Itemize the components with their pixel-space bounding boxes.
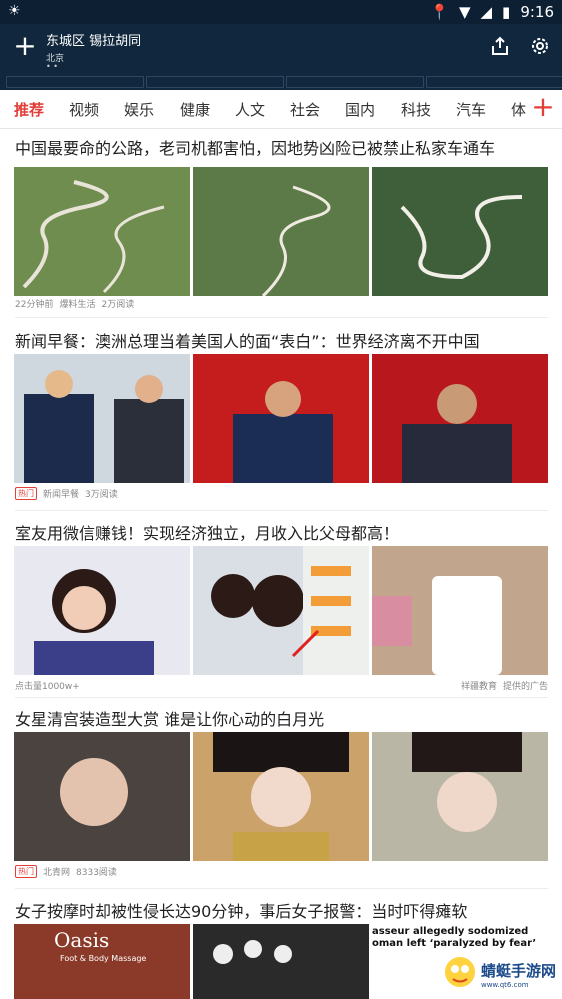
meta-views: 点击量1000w+	[15, 682, 80, 692]
article-title[interactable]: 新闻早餐：澳洲总理当着美国人的面“表白”：世界经济离不开中国	[15, 328, 480, 352]
article-image[interactable]	[372, 354, 548, 483]
meta-source: 新闻早餐	[43, 490, 80, 500]
settings-gear-icon[interactable]	[530, 36, 550, 60]
location-icon: 📍	[430, 3, 449, 21]
status-bar: ☀ 📍 ▼ ◢ ▮ 9:16	[0, 0, 562, 24]
tab-health[interactable]: 健康	[180, 99, 210, 120]
battery-icon: ▮	[502, 3, 511, 21]
tab-video[interactable]: 视频	[69, 99, 99, 120]
tab-entertainment[interactable]: 娱乐	[124, 99, 154, 120]
article-image[interactable]	[372, 732, 548, 861]
image-text: Foot & Body Massage	[60, 954, 147, 963]
category-tabs: 推荐 视频 娱乐 健康 人文 社会 国内 科技 汽车 体 +	[0, 90, 562, 129]
page-dots: • •	[46, 62, 58, 71]
divider	[15, 317, 548, 318]
strip-segment	[286, 76, 424, 88]
dragonfly-logo-icon	[443, 955, 477, 993]
app-bar: + 东城区 锡拉胡同 北京 • •	[0, 24, 562, 72]
article-meta: 22分钟前 爆料生活 2万阅读	[15, 297, 134, 310]
article-image[interactable]	[193, 732, 369, 861]
strip-segment	[6, 76, 144, 88]
article-image[interactable]: Oasis Foot & Body Massage	[14, 924, 190, 999]
article-meta: 热门 新闻早餐 3万阅读	[15, 487, 118, 500]
tab-tech[interactable]: 科技	[401, 99, 431, 120]
image-text: asseur allegedly sodomized	[372, 926, 529, 937]
tab-auto[interactable]: 汽车	[456, 99, 486, 120]
tab-culture[interactable]: 人文	[235, 99, 265, 120]
watermark-title: 蜻蜓手游网	[480, 961, 556, 980]
article-image[interactable]	[14, 732, 190, 861]
ad-meta: 祥疆教育 提供的广告	[461, 679, 548, 692]
clock: 9:16	[520, 3, 554, 21]
ad-image[interactable]	[193, 546, 369, 675]
article-meta: 点击量1000w+	[15, 679, 80, 692]
wifi-icon: ▼	[458, 3, 471, 21]
divider	[15, 697, 548, 698]
tab-sports[interactable]: 体	[511, 99, 526, 120]
article-image[interactable]	[14, 167, 190, 296]
image-text: Oasis	[54, 928, 110, 952]
article-title[interactable]: 中国最要命的公路，老司机都害怕，因地势凶险已被禁止私家车通车	[15, 135, 495, 159]
add-tab-button[interactable]: +	[528, 92, 558, 122]
article-image[interactable]	[193, 924, 369, 999]
tab-domestic[interactable]: 国内	[345, 99, 375, 120]
hot-badge: 热门	[15, 487, 37, 500]
district-name: 东城区 锡拉胡同	[46, 34, 142, 49]
tab-society[interactable]: 社会	[290, 99, 320, 120]
watermark-url: www.qt6.com	[480, 980, 529, 989]
article-title[interactable]: 女星清宫装造型大赏 谁是让你心动的白月光	[15, 706, 324, 730]
forecast-strip	[0, 72, 562, 90]
meta-source: 北青网	[43, 868, 71, 878]
ad-image[interactable]	[14, 546, 190, 675]
article-image[interactable]	[193, 167, 369, 296]
image-text: oman left ‘paralyzed by fear’	[372, 938, 537, 949]
add-city-button[interactable]: +	[10, 32, 40, 62]
article-image[interactable]	[372, 167, 548, 296]
divider	[15, 510, 548, 511]
ad-image[interactable]	[372, 546, 548, 675]
meta-source: 爆料生活	[59, 300, 96, 310]
brightness-icon: ☀	[8, 3, 21, 19]
strip-segment	[426, 76, 562, 88]
hot-badge: 热门	[15, 865, 37, 878]
ad-source: 祥疆教育	[460, 682, 497, 692]
meta-reads: 2万阅读	[101, 300, 135, 310]
location-block[interactable]: 东城区 锡拉胡同 北京 • •	[46, 30, 141, 71]
article-image[interactable]	[14, 354, 190, 483]
ad-label[interactable]: 提供的广告	[503, 679, 548, 692]
meta-reads: 8333阅读	[76, 868, 117, 878]
article-title[interactable]: 室友用微信赚钱！实现经济独立，月收入比父母都高！	[15, 520, 399, 544]
tab-recommended[interactable]: 推荐	[14, 99, 44, 120]
signal-icon: ◢	[480, 3, 493, 21]
article-image[interactable]	[193, 354, 369, 483]
article-title[interactable]: 女子按摩时却被性侵长达90分钟，事后女子报警：当时吓得瘫软	[15, 898, 467, 922]
article-meta: 热门 北青网 8333阅读	[15, 865, 117, 878]
meta-reads: 3万阅读	[85, 490, 118, 500]
meta-time: 22分钟前	[15, 300, 54, 310]
watermark: 蜻蜓手游网 www.qt6.com	[443, 955, 556, 993]
strip-segment	[146, 76, 284, 88]
share-icon[interactable]	[490, 36, 510, 60]
divider	[15, 888, 548, 889]
